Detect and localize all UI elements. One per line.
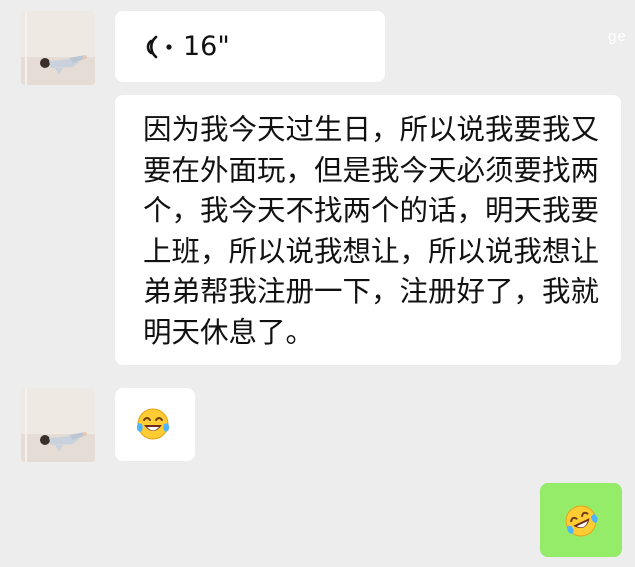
voice-wave-icon: [146, 35, 172, 59]
outgoing-emoji-bubble[interactable]: [540, 483, 622, 557]
text-message-bubble[interactable]: 因为我今天过生日，所以说我要我又要在外面玩，但是我今天必须要找两个，我今天不找两…: [115, 95, 621, 365]
voice-duration: 16": [183, 31, 230, 62]
rolling-laughing-emoji-icon: [565, 505, 598, 537]
avatar-photo-icon: [21, 388, 95, 462]
avatar-photo-icon: [21, 11, 95, 85]
message-text: 因为我今天过生日，所以说我要我又要在外面玩，但是我今天必须要找两个，我今天不找两…: [143, 113, 600, 349]
contact-avatar[interactable]: [21, 388, 95, 462]
tears-of-joy-emoji-icon: [136, 408, 170, 440]
emoji-message-bubble[interactable]: [115, 388, 195, 461]
contact-avatar[interactable]: [21, 11, 95, 85]
voice-message-bubble[interactable]: 16": [115, 11, 385, 82]
watermark-text: ge: [608, 28, 627, 45]
